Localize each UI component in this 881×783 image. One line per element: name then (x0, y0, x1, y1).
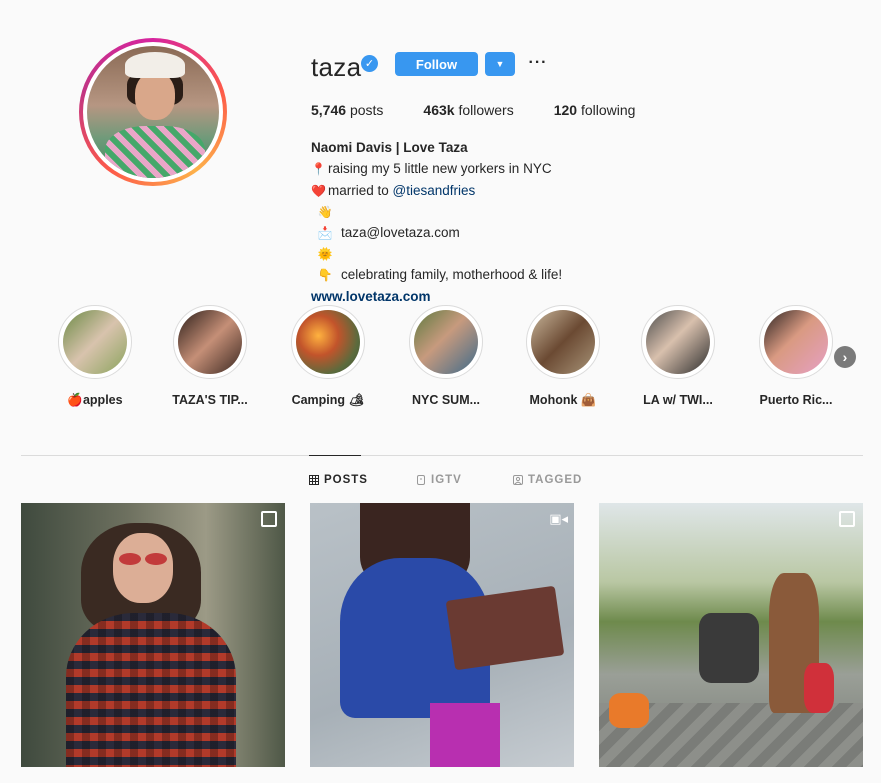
tab-tagged-label: TAGGED (528, 474, 583, 486)
stat-posts: 5,746 posts (311, 102, 383, 118)
profile-stats: 5,746 posts 463k followers 120 following (311, 102, 675, 118)
highlight-label: NYC SUM... (411, 393, 481, 407)
carousel-icon (261, 511, 277, 527)
highlight-ring (173, 305, 247, 379)
tag-icon (513, 475, 523, 485)
avatar-photo (87, 46, 219, 178)
tab-posts-label: POSTS (324, 474, 368, 486)
story-highlight[interactable]: 🍎apples (40, 305, 150, 408)
grid-icon (309, 475, 319, 485)
highlight-label: TAZA'S TIP... (172, 393, 248, 407)
stat-followers[interactable]: 463k followers (423, 102, 513, 118)
story-highlight[interactable]: LA w/ TWI... (623, 305, 733, 407)
suggested-dropdown-icon[interactable]: ▼ (485, 52, 515, 76)
verified-badge-icon: ✓ (361, 55, 378, 72)
highlight-ring (641, 305, 715, 379)
bio-website-link[interactable]: www.lovetaza.com (311, 286, 731, 307)
bio-line-3: 👋📩 taza@lovetaza.com (311, 202, 731, 244)
post-thumbnail[interactable]: ▣◂ (310, 503, 574, 767)
highlight-thumbnail (764, 310, 828, 374)
highlight-ring (759, 305, 833, 379)
highlight-thumbnail (646, 310, 710, 374)
pin-icon: 📍 (311, 162, 326, 176)
highlight-label: Puerto Ric... (759, 393, 833, 407)
active-tab-indicator (309, 455, 361, 456)
highlight-label: LA w/ TWI... (643, 393, 713, 407)
stat-following[interactable]: 120 following (554, 102, 636, 118)
avatar-inner (83, 42, 223, 182)
carousel-icon (839, 511, 855, 527)
story-highlight[interactable]: NYC SUM... (391, 305, 501, 407)
profile-avatar[interactable] (79, 38, 227, 186)
bio-mention-link[interactable]: @tiesandfries (393, 183, 476, 198)
bio-line-4-text: celebrating family, motherhood & life! (341, 267, 563, 282)
highlight-ring (526, 305, 600, 379)
posts-count: 5,746 (311, 102, 347, 118)
highlight-label: 🍎apples (67, 393, 123, 407)
wave-envelope-icon: 👋📩 (317, 205, 333, 240)
tab-igtv[interactable]: IGTV (416, 474, 462, 486)
followers-count: 463k (423, 102, 455, 118)
bio-line-2-text: married to (328, 183, 393, 198)
highlights-next-icon[interactable]: › (834, 346, 856, 368)
following-label: following (580, 102, 636, 118)
highlight-label: Camping 🏕 (291, 393, 365, 407)
heart-icon: ❤️ (311, 184, 326, 198)
video-icon: ▣◂ (549, 511, 568, 526)
story-highlight[interactable]: TAZA'S TIP... (155, 305, 265, 407)
highlight-thumbnail (63, 310, 127, 374)
follow-button[interactable]: Follow (395, 52, 478, 76)
bio-line-1-text: raising my 5 little new yorkers in NYC (328, 161, 552, 176)
profile-bio: Naomi Davis | Love Taza 📍 raising my 5 li… (311, 137, 731, 307)
following-count: 120 (553, 102, 578, 118)
highlight-ring (409, 305, 483, 379)
bio-line-3-text: taza@lovetaza.com (341, 225, 460, 240)
bio-line-1: 📍 raising my 5 little new yorkers in NYC (311, 158, 731, 180)
bio-line-4: 🌞👇 celebrating family, motherhood & life! (311, 244, 731, 286)
tab-igtv-label: IGTV (431, 474, 462, 486)
more-options-icon[interactable]: ··· (528, 52, 548, 74)
followers-label: followers (458, 102, 514, 118)
highlight-ring (291, 305, 365, 379)
highlight-thumbnail (178, 310, 242, 374)
bio-line-2: ❤️ married to @tiesandfries (311, 180, 731, 202)
sun-pointing-icon: 🌞👇 (317, 247, 333, 282)
highlight-label: Mohonk 👜 (529, 393, 597, 407)
bio-name: Naomi Davis | Love Taza (311, 140, 468, 155)
tab-tagged[interactable]: TAGGED (513, 474, 582, 486)
posts-label: posts (349, 102, 384, 118)
tabs-divider (21, 455, 863, 456)
tab-posts[interactable]: POSTS (309, 474, 368, 486)
highlight-thumbnail (414, 310, 478, 374)
highlight-thumbnail (531, 310, 595, 374)
post-thumbnail[interactable] (21, 503, 285, 767)
post-thumbnail[interactable] (599, 503, 863, 767)
highlight-ring (58, 305, 132, 379)
story-highlight[interactable]: Camping 🏕 (273, 305, 383, 408)
profile-username: taza (311, 52, 362, 82)
highlight-thumbnail (296, 310, 360, 374)
story-highlight[interactable]: Mohonk 👜 (508, 305, 618, 408)
tv-icon (416, 475, 426, 485)
